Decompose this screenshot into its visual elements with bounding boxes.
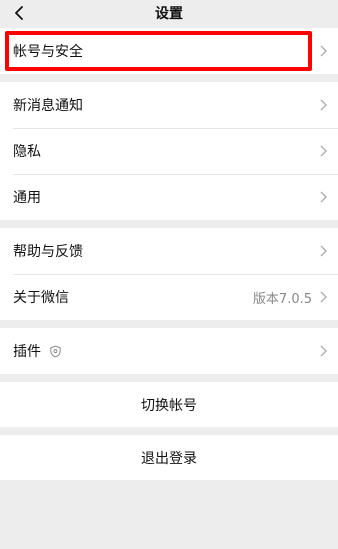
- chevron-right-icon: [320, 45, 328, 57]
- settings-item-privacy[interactable]: 隐私: [0, 128, 338, 174]
- plugins-label: 插件: [13, 344, 41, 360]
- settings-item-general[interactable]: 通用: [0, 174, 338, 220]
- help-feedback-label: 帮助与反馈: [13, 244, 83, 260]
- notifications-label: 新消息通知: [13, 98, 83, 114]
- chevron-right-icon: [320, 291, 328, 303]
- chevron-right-icon: [320, 245, 328, 257]
- section-divider: [0, 320, 338, 328]
- chevron-right-icon: [320, 345, 328, 357]
- version-value: 版本7.0.5: [252, 291, 312, 307]
- chevron-right-icon: [320, 145, 328, 157]
- notification-group: 新消息通知 隐私 通用: [0, 82, 338, 220]
- settings-item-help-feedback[interactable]: 帮助与反馈: [0, 228, 338, 274]
- general-label: 通用: [13, 190, 41, 206]
- settings-item-about[interactable]: 关于微信 版本7.0.5: [0, 274, 338, 320]
- shield-icon: [50, 345, 61, 357]
- logout-button[interactable]: 退出登录: [0, 435, 338, 480]
- switch-account-button[interactable]: 切换帐号: [0, 382, 338, 427]
- section-divider: [0, 74, 338, 82]
- section-divider: [0, 427, 338, 435]
- section-divider: [0, 220, 338, 228]
- about-label: 关于微信: [13, 290, 69, 306]
- help-about-group: 帮助与反馈 关于微信 版本7.0.5: [0, 228, 338, 320]
- chevron-right-icon: [320, 99, 328, 111]
- settings-item-notifications[interactable]: 新消息通知: [0, 82, 338, 128]
- settings-item-plugins[interactable]: 插件: [0, 328, 338, 374]
- plugins-group: 插件: [0, 328, 338, 374]
- header-bar: 设置: [0, 0, 338, 28]
- section-divider: [0, 374, 338, 382]
- chevron-right-icon: [320, 191, 328, 203]
- page-title: 设置: [155, 6, 183, 22]
- account-security-label: 帐号与安全: [13, 44, 83, 60]
- account-group: 帐号与安全: [0, 28, 338, 74]
- settings-item-account-security[interactable]: 帐号与安全: [0, 28, 338, 74]
- privacy-label: 隐私: [13, 144, 41, 160]
